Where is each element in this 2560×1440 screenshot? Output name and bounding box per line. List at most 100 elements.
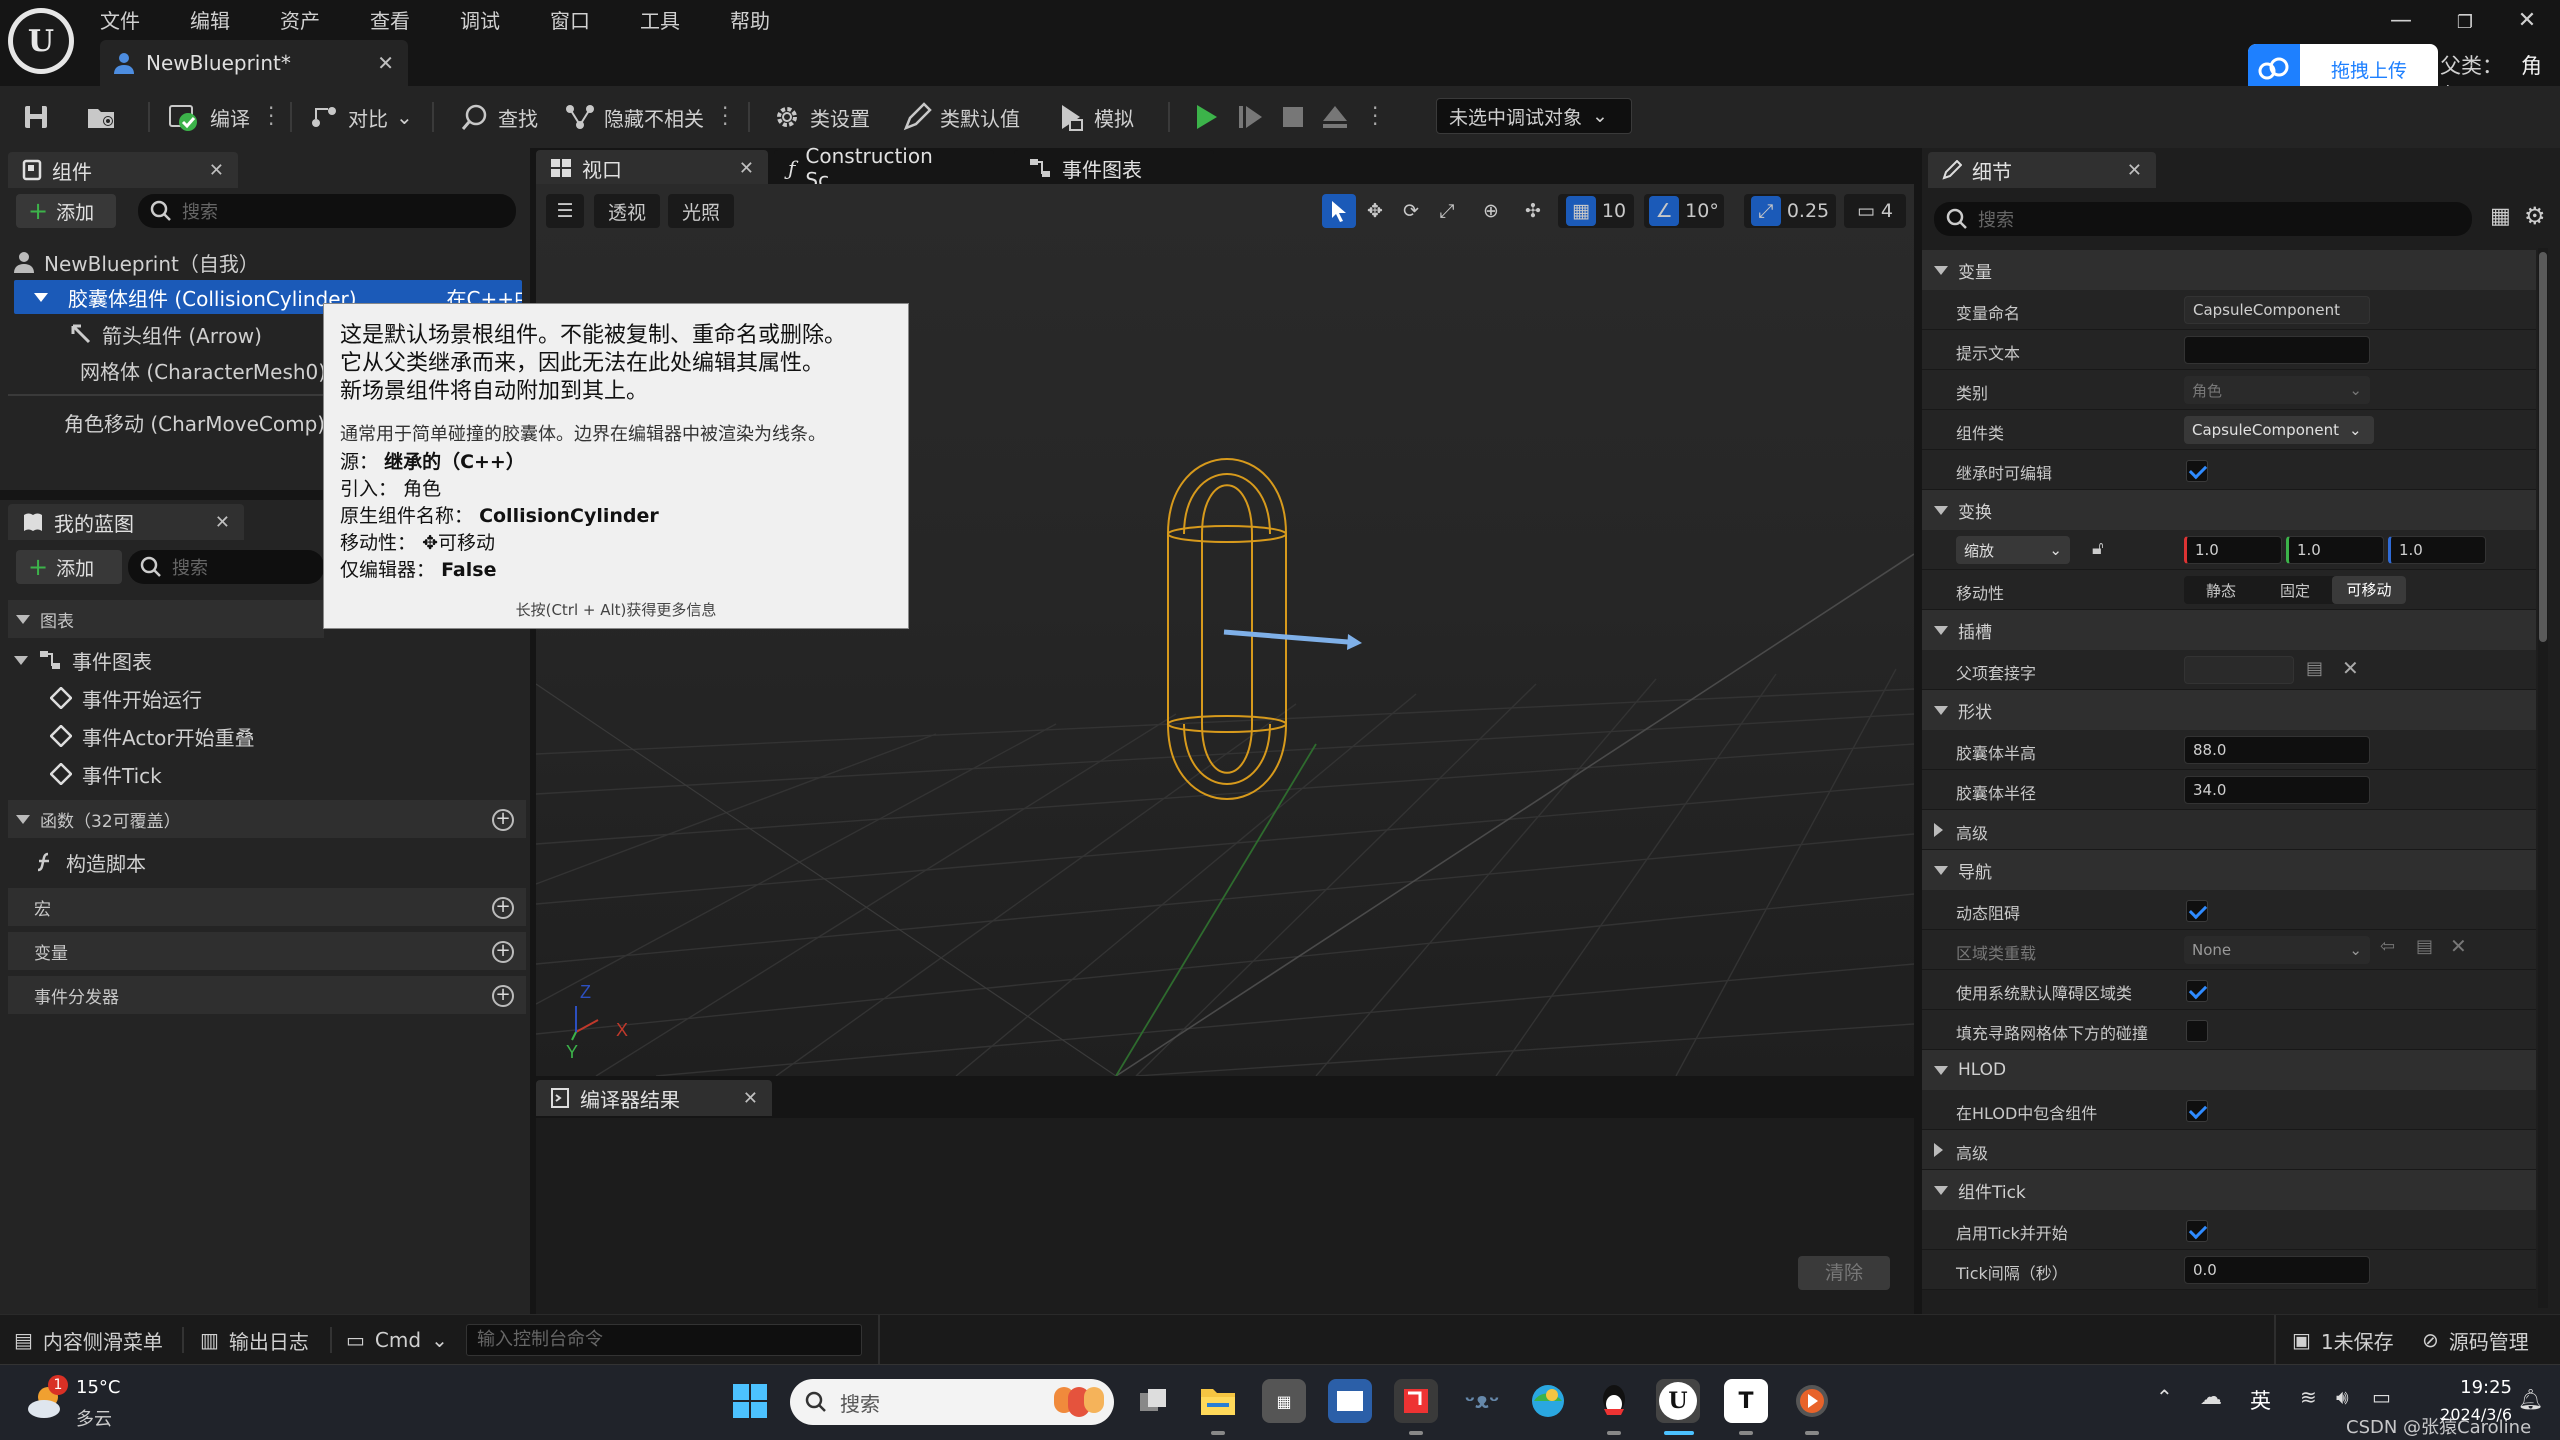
- menu-help[interactable]: 帮助: [730, 1, 786, 34]
- section-component-tick[interactable]: 组件Tick: [1922, 1170, 2536, 1210]
- browse-icon[interactable]: ▤: [2416, 936, 2433, 957]
- scale-x-field[interactable]: 1.0: [2184, 536, 2282, 564]
- settings-gear-icon[interactable]: ⚙: [2524, 202, 2546, 230]
- output-log-button[interactable]: ▥ 输出日志: [200, 1323, 309, 1357]
- menu-asset[interactable]: 资产: [280, 1, 336, 34]
- eject-icon[interactable]: [1320, 86, 1350, 148]
- screenshot-tool-icon[interactable]: [1394, 1379, 1438, 1423]
- components-tab[interactable]: 组件 ✕: [8, 152, 238, 188]
- mobility-movable[interactable]: 可移动: [2332, 576, 2406, 604]
- qq-icon[interactable]: [1592, 1379, 1636, 1423]
- camera-speed-button[interactable]: ▭ 4: [1844, 194, 1906, 228]
- minimize-icon[interactable]: —: [2376, 8, 2426, 42]
- add-variable-icon[interactable]: +: [492, 941, 514, 963]
- scale-snap-button[interactable]: ⤢ 0.25: [1744, 194, 1836, 228]
- taskbar-search[interactable]: 搜索: [790, 1379, 1114, 1425]
- browse-socket-icon[interactable]: ▤: [2306, 658, 2323, 679]
- tree-item-movement[interactable]: 角色移动 (CharMoveComp): [54, 404, 324, 440]
- typora-icon[interactable]: T: [1724, 1379, 1768, 1423]
- macros-section[interactable]: 宏 +: [8, 888, 526, 926]
- variables-section[interactable]: 变量 +: [8, 932, 526, 970]
- select-mode-icon[interactable]: [1322, 194, 1356, 228]
- notification-bell-icon[interactable]: 🔔︎: [2518, 1387, 2543, 1411]
- wifi-icon[interactable]: ≋: [2300, 1385, 2317, 1409]
- compile-button[interactable]: 编译: [168, 86, 250, 148]
- tree-item-self[interactable]: NewBlueprint（自我）: [14, 244, 522, 280]
- clear-icon[interactable]: ✕: [2450, 934, 2467, 958]
- world-local-icon[interactable]: ⊕: [1474, 194, 1508, 228]
- class-settings-button[interactable]: 类设置: [772, 86, 870, 148]
- debug-object-select[interactable]: 未选中调试对象 ⌄: [1436, 98, 1632, 134]
- add-dispatcher-icon[interactable]: +: [492, 985, 514, 1007]
- content-drawer-button[interactable]: ▤ 内容侧滑菜单: [14, 1323, 163, 1357]
- file-explorer-icon[interactable]: [1196, 1379, 1240, 1423]
- lighting-button[interactable]: 光照: [668, 194, 734, 228]
- details-tab[interactable]: 细节 ✕: [1928, 152, 2156, 188]
- media-player-icon[interactable]: [1790, 1379, 1834, 1423]
- section-navigation[interactable]: 导航: [1922, 850, 2536, 890]
- hide-unrelated-button[interactable]: 隐藏不相关: [564, 86, 704, 148]
- close-tab-icon[interactable]: ✕: [377, 51, 394, 75]
- parent-socket-field[interactable]: [2184, 656, 2294, 684]
- close-tab-icon[interactable]: ✕: [209, 160, 224, 181]
- scale-mode-select[interactable]: 缩放 ⌄: [1956, 536, 2070, 564]
- menu-window[interactable]: 窗口: [550, 1, 606, 34]
- unreal-logo[interactable]: U: [8, 8, 74, 74]
- construction-script-item[interactable]: 构造脚本: [34, 844, 514, 880]
- scrollbar-thumb[interactable]: [2539, 252, 2547, 642]
- volume-icon[interactable]: 🔊︎: [2336, 1385, 2349, 1409]
- save-icon[interactable]: [22, 86, 50, 148]
- app-icon-1[interactable]: ▦: [1262, 1379, 1306, 1423]
- battery-icon[interactable]: ▭: [2372, 1385, 2391, 1409]
- more-options-icon[interactable]: · · ·: [722, 98, 728, 134]
- scale-y-field[interactable]: 1.0: [2286, 536, 2384, 564]
- event-actor-overlap[interactable]: 事件Actor开始重叠: [50, 718, 510, 754]
- close-tab-icon[interactable]: ✕: [2127, 160, 2142, 181]
- viewport-menu-icon[interactable]: ☰: [546, 194, 584, 228]
- component-class-select[interactable]: CapsuleComponent ⌄: [2184, 416, 2374, 444]
- compile-options-icon[interactable]: · · ·: [268, 98, 274, 134]
- area-class-select[interactable]: None ⌄: [2184, 936, 2370, 964]
- menu-edit[interactable]: 编辑: [190, 1, 246, 34]
- variable-name-field[interactable]: CapsuleComponent: [2184, 296, 2370, 324]
- graphs-section[interactable]: 图表: [8, 600, 324, 638]
- close-tab-icon[interactable]: ✕: [215, 512, 230, 533]
- tab-construction-script[interactable]: ƒ Construction Sc...: [774, 144, 994, 192]
- menu-file[interactable]: 文件: [100, 1, 156, 34]
- compiler-results-tab[interactable]: 编译器结果 ✕: [536, 1080, 772, 1116]
- close-tab-icon[interactable]: ✕: [743, 1088, 758, 1109]
- radius-field[interactable]: 34.0: [2184, 776, 2370, 804]
- simulate-button[interactable]: 模拟: [1056, 86, 1134, 148]
- translate-mode-icon[interactable]: ✥: [1358, 194, 1392, 228]
- clear-icon[interactable]: ✕: [2342, 656, 2359, 680]
- include-hlod-checkbox[interactable]: [2186, 1100, 2208, 1122]
- add-component-button[interactable]: + 添加: [16, 194, 116, 228]
- components-search-input[interactable]: 搜索: [138, 194, 516, 228]
- row-advanced-hlod[interactable]: 高级: [1922, 1130, 2536, 1170]
- cmd-select[interactable]: ▭ Cmd ⌄: [346, 1323, 448, 1357]
- clock-time[interactable]: 19:25: [2432, 1377, 2512, 1398]
- play-icon[interactable]: [1192, 86, 1220, 148]
- class-defaults-button[interactable]: 类默认值: [902, 86, 1020, 148]
- menu-tools[interactable]: 工具: [640, 1, 696, 34]
- functions-section[interactable]: 函数（32可覆盖） +: [8, 800, 526, 838]
- app-icon-3[interactable]: ᵕᴥᵕ: [1460, 1379, 1504, 1423]
- rotation-snap-button[interactable]: ∠ 10°: [1644, 194, 1724, 228]
- lock-icon[interactable]: 🔓︎: [2092, 538, 2104, 559]
- section-transform[interactable]: 变换: [1922, 490, 2536, 530]
- tab-viewport[interactable]: 视口 ✕: [536, 150, 768, 186]
- source-control-button[interactable]: ⊘ 源码管理: [2422, 1323, 2529, 1357]
- onedrive-icon[interactable]: ☁: [2200, 1385, 2222, 1410]
- clear-button[interactable]: 清除: [1798, 1256, 1890, 1290]
- details-search-input[interactable]: 搜索: [1934, 202, 2472, 236]
- use-default-area-checkbox[interactable]: [2186, 980, 2208, 1002]
- section-shape[interactable]: 形状: [1922, 690, 2536, 730]
- half-height-field[interactable]: 88.0: [2184, 736, 2370, 764]
- document-tab[interactable]: NewBlueprint* ✕: [100, 40, 408, 86]
- diff-button[interactable]: 对比 ⌄: [310, 86, 413, 148]
- event-begin-play[interactable]: 事件开始运行: [50, 680, 510, 716]
- tick-start-checkbox[interactable]: [2186, 1220, 2208, 1242]
- unsaved-button[interactable]: ▣ 1未保存: [2292, 1323, 2394, 1357]
- details-scrollbar[interactable]: [2538, 248, 2548, 1308]
- menu-view[interactable]: 查看: [370, 1, 426, 34]
